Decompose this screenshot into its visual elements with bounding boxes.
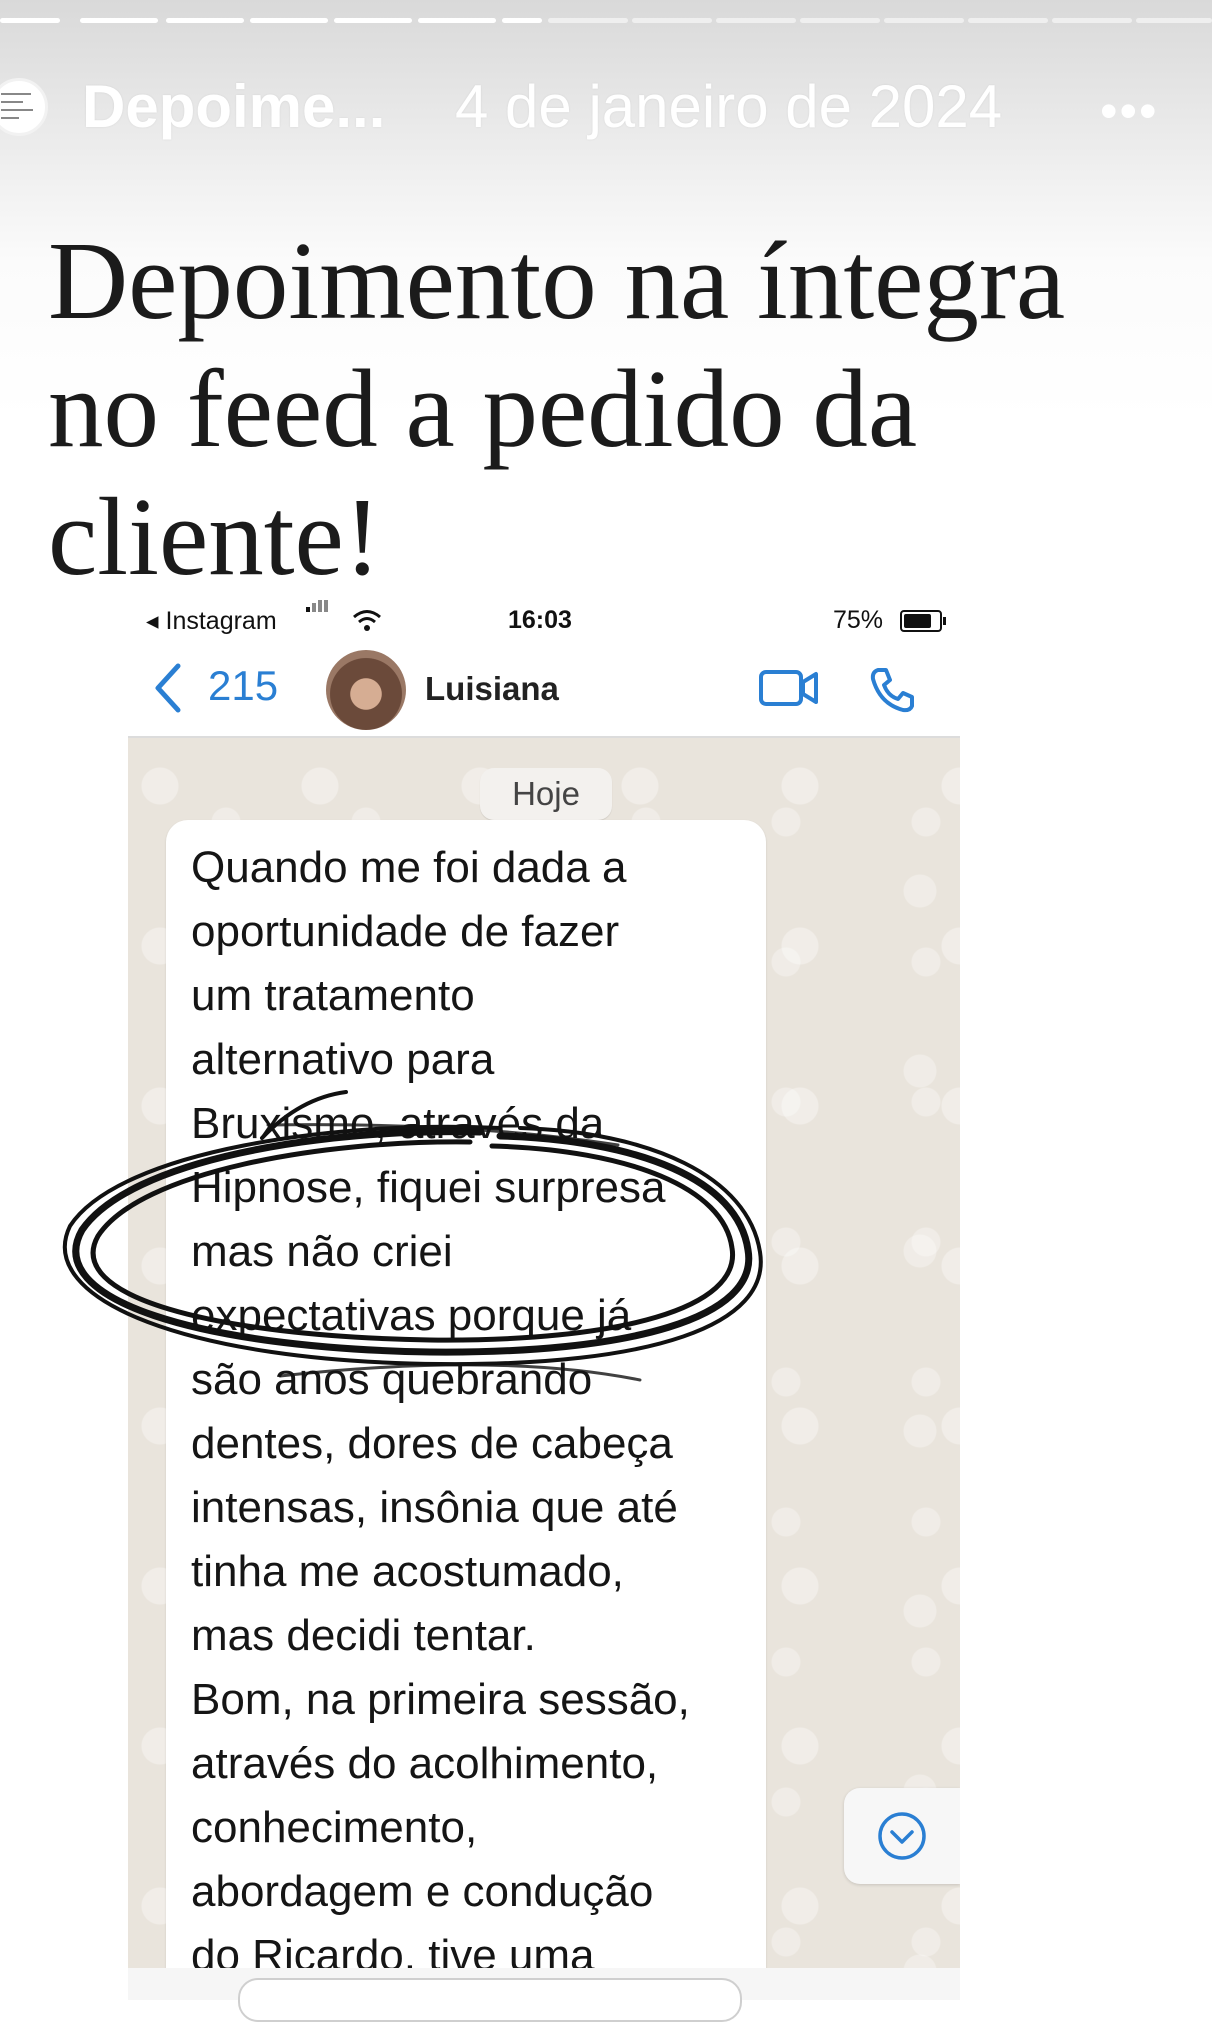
account-avatar[interactable] (0, 78, 48, 136)
message-line: abordagem e condução (191, 1867, 654, 1916)
message-line: Hipnose, fiquei surpresa (191, 1163, 666, 1212)
battery-percent: 75% (833, 606, 884, 634)
account-name[interactable]: Depoime... (82, 72, 385, 141)
story-progress-bar (0, 18, 1212, 24)
message-line: oportunidade de fazer (191, 907, 620, 956)
back-chevron-icon[interactable] (148, 660, 188, 716)
caption-line: cliente! (48, 476, 381, 599)
message-input[interactable] (238, 1978, 742, 2022)
phone-call-icon[interactable] (868, 666, 916, 714)
message-line: tinha me acostumado, (191, 1547, 624, 1596)
more-icon[interactable]: ••• (1100, 82, 1159, 140)
chat-screenshot: ◂ Instagram 16:03 75% 215 Luisiana Hoje (128, 600, 960, 2000)
message-line: dentes, dores de cabeça (191, 1419, 673, 1468)
ios-status-bar: ◂ Instagram 16:03 75% (128, 600, 960, 640)
message-line: conhecimento, (191, 1803, 478, 1852)
message-line: Quando me foi dada a (191, 843, 627, 892)
message-bubble[interactable]: Quando me foi dada a oportunidade de faz… (166, 820, 766, 2000)
message-line: intensas, insônia que até (191, 1483, 678, 1532)
message-line: alternativo para (191, 1035, 495, 1084)
message-line: um tratamento (191, 971, 475, 1020)
battery-icon (900, 610, 946, 632)
message-line: Bruxismo, através da (191, 1099, 605, 1148)
contact-name[interactable]: Luisiana (425, 670, 559, 708)
message-line: são anos quebrando (191, 1355, 593, 1404)
date-label: Hoje (480, 768, 612, 820)
message-line: Bom, na primeira sessão, (191, 1675, 690, 1724)
contact-avatar[interactable] (326, 650, 406, 730)
scroll-down-button[interactable] (844, 1788, 960, 1884)
video-call-icon[interactable] (758, 668, 820, 708)
post-date: 4 de janeiro de 2024 (455, 73, 1003, 140)
message-line: mas decidi tentar. (191, 1611, 536, 1660)
message-line: expectativas porque já (191, 1291, 632, 1340)
chat-body[interactable]: Hoje Quando me foi dada a oportunidade d… (128, 738, 960, 2000)
wifi-icon (353, 610, 381, 631)
chat-input-bar (128, 1968, 960, 2022)
caption-line: Depoimento na íntegra (48, 220, 1066, 343)
unread-count[interactable]: 215 (208, 662, 278, 710)
story-caption: Depoimento na íntegra no feed a pedido d… (48, 218, 1188, 602)
story-header: Depoime... 4 de janeiro de 2024 ••• (0, 60, 1212, 160)
message-text: Quando me foi dada a oportunidade de faz… (191, 836, 761, 1988)
caption-line: no feed a pedido da (48, 348, 918, 471)
chat-header: 215 Luisiana (128, 640, 960, 738)
status-time: 16:03 (508, 606, 572, 634)
message-line: mas não criei (191, 1227, 453, 1276)
message-line: através do acolhimento, (191, 1739, 659, 1788)
chevron-down-icon (878, 1812, 926, 1860)
back-to-app-label: ◂ Instagram (146, 607, 277, 635)
